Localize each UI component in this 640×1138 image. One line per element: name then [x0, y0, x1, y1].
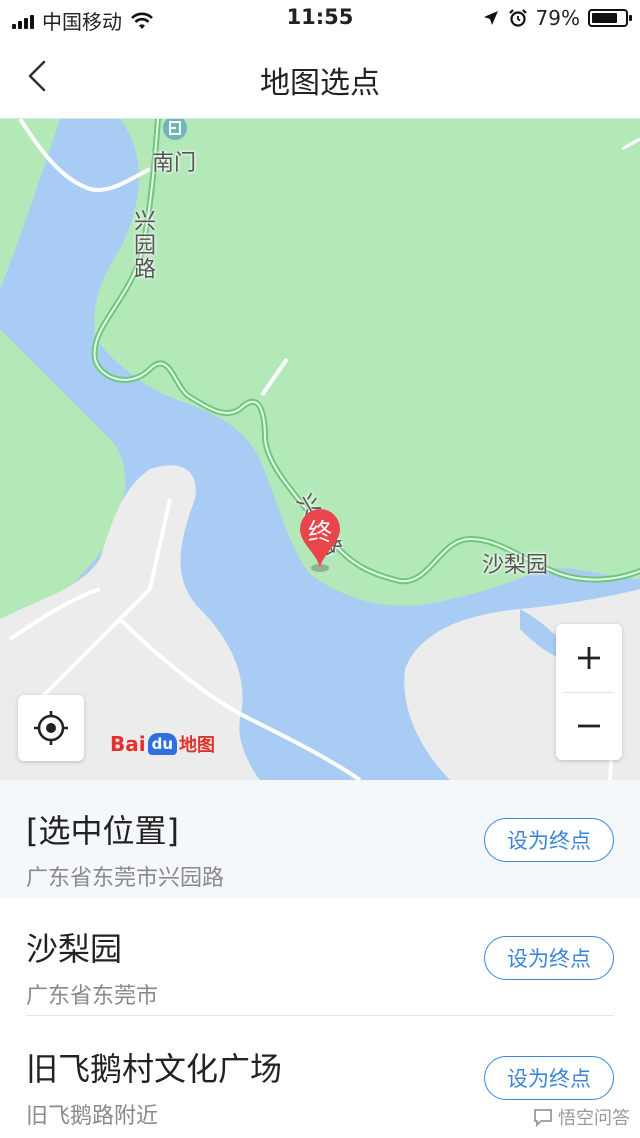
watermark: 悟空问答 — [532, 1104, 630, 1130]
crosshair-icon — [34, 711, 68, 745]
chat-bubble-icon — [534, 1109, 552, 1127]
location-name: 旧飞鹅村文化广场 — [26, 1050, 283, 1088]
map-canvas — [0, 119, 640, 780]
map-label-shali-garden: 沙梨园 — [482, 553, 549, 578]
location-name: 沙梨园 — [26, 930, 123, 968]
list-item-selected-location[interactable]: [选中位置] 广东省东莞市兴园路 设为终点 — [0, 780, 640, 898]
set-destination-button[interactable]: 设为终点 — [484, 818, 614, 862]
status-bar: 中国移动 11:55 79% — [0, 0, 640, 36]
map-view[interactable]: 南门 兴园路 兴园路 沙梨园 终 Baidu地图 — [0, 119, 640, 780]
destination-marker[interactable]: 终 — [298, 507, 342, 569]
location-address: 旧飞鹅路附近 — [26, 1104, 159, 1129]
location-address: 广东省东莞市 — [26, 984, 159, 1009]
set-destination-button[interactable]: 设为终点 — [484, 936, 614, 980]
baidu-map-logo: Bai du 地图 — [110, 732, 216, 756]
zoom-in-button[interactable] — [556, 624, 622, 692]
minus-icon — [578, 724, 600, 728]
zoom-out-button[interactable] — [556, 692, 622, 760]
alarm-icon — [508, 9, 527, 27]
battery-percent: 79% — [535, 6, 580, 30]
page-title: 地图选点 — [260, 66, 380, 101]
set-destination-button[interactable]: 设为终点 — [484, 1056, 614, 1100]
battery-icon — [588, 9, 632, 27]
watermark-text: 悟空问答 — [558, 1108, 630, 1129]
zoom-control — [556, 624, 622, 760]
list-divider — [26, 1015, 614, 1016]
list-item[interactable]: 沙梨园 广东省东莞市 设为终点 — [0, 898, 640, 1016]
location-address: 广东省东莞市兴园路 — [26, 866, 225, 891]
location-results-list: [选中位置] 广东省东莞市兴园路 设为终点 沙梨园 广东省东莞市 设为终点 旧飞… — [0, 780, 640, 1138]
marker-label: 终 — [308, 518, 332, 546]
navigation-bar: 地图选点 — [0, 36, 640, 119]
gate-poi-icon[interactable] — [160, 119, 190, 145]
location-arrow-icon — [483, 11, 498, 25]
plus-icon — [578, 647, 600, 669]
map-label-south-gate: 南门 — [152, 151, 197, 176]
locate-me-button[interactable] — [18, 695, 84, 761]
map-label-road: 兴园路 — [130, 209, 155, 281]
location-name: [选中位置] — [26, 812, 179, 850]
